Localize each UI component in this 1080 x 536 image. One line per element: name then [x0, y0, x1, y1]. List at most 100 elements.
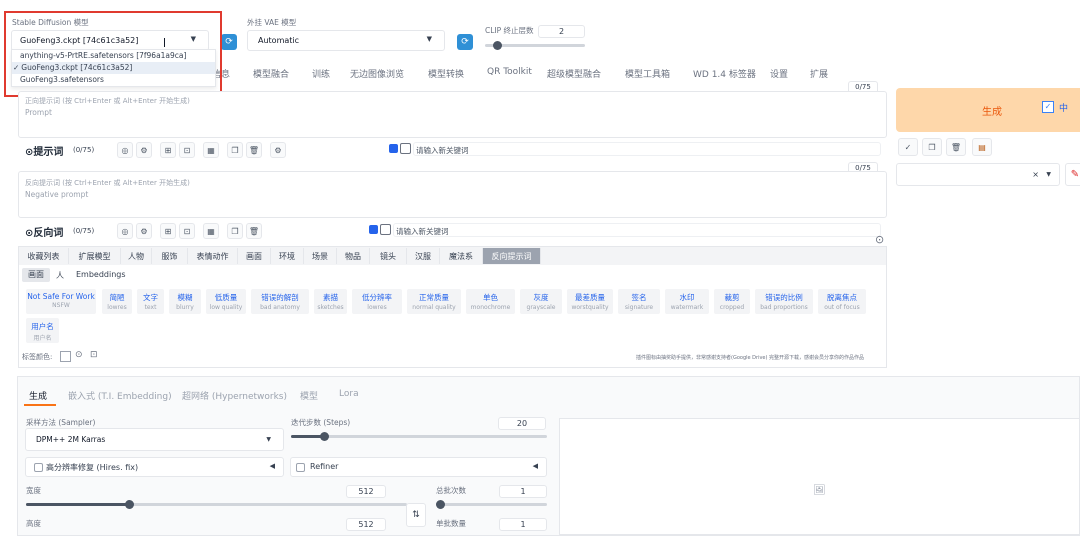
collapse-triangle-icon[interactable]: ◀	[270, 462, 275, 470]
width-slider-knob[interactable]	[125, 500, 134, 509]
tab-browser[interactable]: 无边图像浏览	[350, 67, 404, 80]
hires-fix-row[interactable]: 高分辨率修复 (Hires. fix) ◀	[25, 457, 284, 477]
refresh-icon[interactable]: ⟳	[457, 34, 473, 50]
category-tab[interactable]: 场景	[304, 248, 337, 264]
steps-value[interactable]: 20	[498, 417, 546, 430]
tab-extensions[interactable]: 扩展	[810, 67, 828, 80]
grid-icon[interactable]: ▦	[203, 142, 219, 158]
keyword-toggle[interactable]	[380, 224, 391, 235]
steps-slider-knob[interactable]	[320, 432, 329, 441]
category-tab[interactable]: 收藏列表	[19, 248, 69, 264]
keyword-checkbox[interactable]	[389, 144, 398, 153]
category-tab[interactable]: 汉服	[407, 248, 440, 264]
tag-chip[interactable]: Not Safe For Work NSFW	[26, 289, 96, 314]
tag-chip[interactable]: 正常质量 normal quality	[407, 289, 461, 314]
pencil-icon[interactable]: ✓	[898, 138, 918, 156]
tag-chip[interactable]: 用户名 用户名	[26, 318, 59, 343]
steps-slider[interactable]	[291, 435, 547, 438]
tag-chip[interactable]: 脱离焦点 out of focus	[818, 289, 866, 314]
collapse-triangle-icon[interactable]: ◀	[533, 462, 538, 470]
subtab-active[interactable]: 画面	[22, 268, 50, 282]
sampler-select[interactable]: DPM++ 2M Karras ▼	[25, 428, 284, 451]
tab-tagger[interactable]: WD 1.4 标签器	[693, 67, 756, 80]
language-toggle[interactable]: 中	[1059, 101, 1068, 114]
tag-chip[interactable]: 简陋 lowres	[102, 289, 132, 314]
tag-chip[interactable]: 灰度 grayscale	[520, 289, 562, 314]
globe-icon[interactable]: ◎	[117, 142, 133, 158]
gen-tab-active[interactable]: 生成	[29, 389, 47, 402]
refiner-checkbox[interactable]	[296, 463, 305, 472]
prompt-textarea[interactable]: 正向提示词 (按 Ctrl+Enter 或 Alt+Enter 开始生成) Pr…	[18, 91, 887, 138]
hires-checkbox[interactable]	[34, 463, 43, 472]
export-icon[interactable]: ⊡	[179, 142, 195, 158]
copy-icon[interactable]: ❐	[922, 138, 942, 156]
prompt-toolbar-label[interactable]: ⊙提示词	[25, 143, 63, 158]
tag-chip[interactable]: 裁剪 cropped	[714, 289, 750, 314]
refresh-icon[interactable]: ⟳	[221, 34, 237, 50]
globe-icon[interactable]: ◎	[117, 223, 133, 239]
reset-icon[interactable]: ⊙	[75, 350, 83, 360]
tag-chip[interactable]: 签名 signature	[618, 289, 660, 314]
trash-icon[interactable]: 🗑	[246, 223, 262, 239]
clear-icon[interactable]: ×	[1032, 170, 1039, 179]
tab-train[interactable]: 训练	[312, 67, 330, 80]
category-tab-active[interactable]: 反向提示词	[483, 248, 541, 264]
category-tab[interactable]: 扩展模型	[69, 248, 121, 264]
grid-icon[interactable]: ▦	[203, 223, 219, 239]
brush-icon[interactable]: ✎	[1065, 163, 1080, 186]
keyword-toggle[interactable]	[400, 143, 411, 154]
import-icon[interactable]: ⊞	[160, 223, 176, 239]
category-tab[interactable]: 服饰	[152, 248, 188, 264]
trash-icon[interactable]: 🗑	[946, 138, 966, 156]
tag-chip[interactable]: 单色 monochrome	[466, 289, 515, 314]
subtab[interactable]: Embeddings	[76, 270, 126, 279]
lock-icon[interactable]: ⊡	[90, 350, 98, 360]
swap-dimensions-icon[interactable]: ⇅	[406, 503, 426, 527]
batch-count-slider[interactable]	[436, 503, 547, 506]
height-value[interactable]: 512	[346, 518, 386, 531]
tab-toolbox[interactable]: 模型工具箱	[625, 67, 670, 80]
negative-toolbar-label[interactable]: ⊙反向词	[25, 224, 63, 239]
trash-icon[interactable]: 🗑	[246, 142, 262, 158]
tab-settings[interactable]: 设置	[770, 67, 788, 80]
batch-count-knob[interactable]	[436, 500, 445, 509]
tag-chip[interactable]: 文字 text	[137, 289, 164, 314]
gear-icon[interactable]: ⚙	[136, 142, 152, 158]
style-select[interactable]: × ▼	[896, 163, 1060, 186]
vae-select[interactable]: Automatic ▼	[247, 30, 445, 51]
checkbox-icon[interactable]: ✓	[1042, 101, 1054, 113]
copy-icon[interactable]: ❐	[227, 142, 243, 158]
category-tab[interactable]: 镜头	[370, 248, 407, 264]
tag-chip[interactable]: 错误的比例 bad proportions	[755, 289, 813, 314]
tag-chip[interactable]: 最差质量 worstquality	[567, 289, 613, 314]
settings-icon[interactable]: ⚙	[270, 142, 286, 158]
gen-tab[interactable]: 超网络 (Hypernetworks)	[182, 389, 287, 402]
negative-textarea[interactable]: 反向提示词 (按 Ctrl+Enter 或 Alt+Enter 开始生成) Ne…	[18, 171, 887, 218]
tag-chip[interactable]: 素描 sketches	[314, 289, 347, 314]
import-icon[interactable]: ⊞	[160, 142, 176, 158]
gen-tab[interactable]: Lora	[339, 389, 359, 399]
tag-chip[interactable]: 错误的解剖 bad anatomy	[251, 289, 309, 314]
negative-keyword-input[interactable]: 请输入新关键词	[393, 223, 881, 237]
prompt-keyword-input[interactable]: 请输入新关键词	[413, 142, 881, 156]
batch-count-value[interactable]: 1	[499, 485, 547, 498]
color-swatch[interactable]	[60, 351, 71, 362]
category-tab[interactable]: 人物	[121, 248, 152, 264]
category-tab[interactable]: 物品	[337, 248, 370, 264]
gear-icon[interactable]: ⚙	[136, 223, 152, 239]
collapse-icon[interactable]: ⊙	[875, 233, 884, 246]
gen-tab[interactable]: 模型	[300, 389, 318, 402]
note-icon[interactable]: ▤	[972, 138, 992, 156]
tag-chip[interactable]: 低分辨率 lowres	[352, 289, 402, 314]
width-value[interactable]: 512	[346, 485, 386, 498]
clip-slider-knob[interactable]	[493, 41, 502, 50]
export-icon[interactable]: ⊡	[179, 223, 195, 239]
keyword-checkbox[interactable]	[369, 225, 378, 234]
tag-chip[interactable]: 模糊 blurry	[169, 289, 201, 314]
tag-chip[interactable]: 低质量 low quality	[206, 289, 246, 314]
tab-merge[interactable]: 模型融合	[253, 67, 289, 80]
tab-convert[interactable]: 模型转换	[428, 67, 464, 80]
gen-tab[interactable]: 嵌入式 (T.I. Embedding)	[68, 389, 172, 402]
tag-chip[interactable]: 水印 watermark	[665, 289, 709, 314]
tab-super-merge[interactable]: 超级模型融合	[547, 67, 601, 80]
